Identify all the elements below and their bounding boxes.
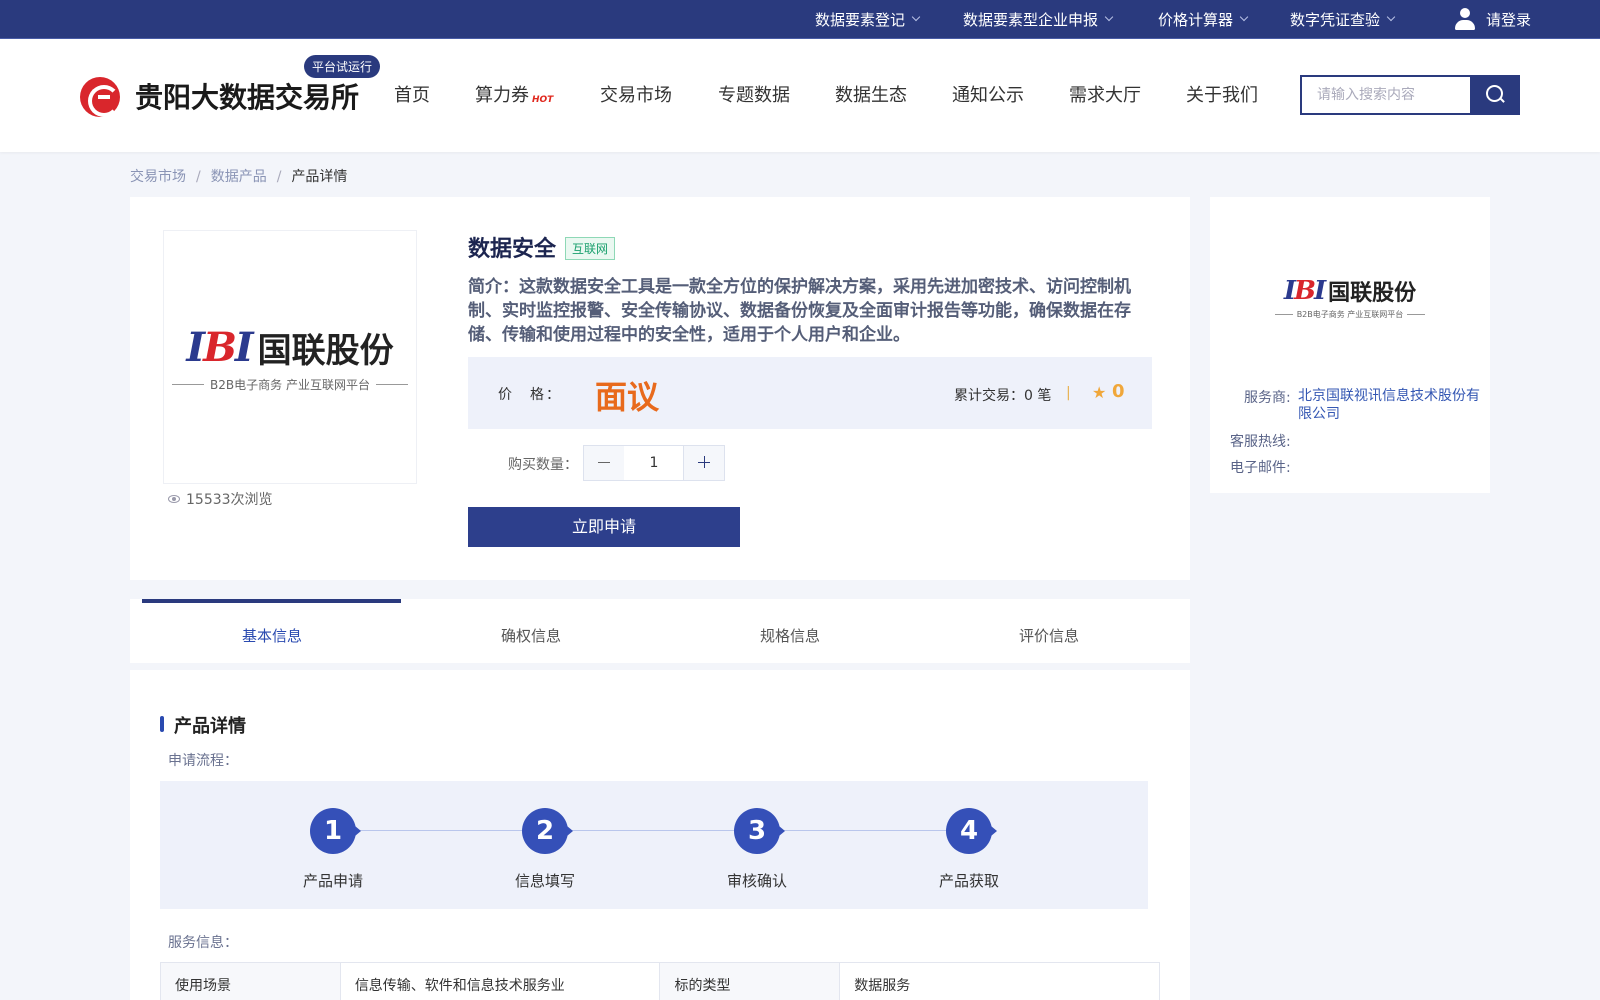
site-name[interactable]: 贵阳大数据交易所 [135, 76, 359, 116]
main-header: 贵阳大数据交易所 平台试运行 首页 算力券 HOT 交易市场 专题数据 数据生态… [0, 39, 1600, 152]
topbar-item-certificate-check[interactable]: 数字凭证查验 [1290, 0, 1396, 38]
nav-demand-hall[interactable]: 需求大厅 [1069, 81, 1141, 107]
step-number: 4 [946, 808, 997, 854]
nav-market[interactable]: 交易市场 [600, 81, 672, 107]
view-count: 15533次浏览 [168, 489, 273, 509]
table-cell: 数据服务 [839, 962, 1160, 1000]
topbar-item-label: 数据要素型企业申报 [963, 10, 1099, 29]
product-tag: 互联网 [565, 237, 616, 260]
step-label: 产品获取 [939, 872, 1000, 890]
user-icon [1454, 7, 1476, 31]
service-provider-link[interactable]: 北京国联视讯信息技术股份有限公司 [1298, 387, 1483, 423]
search-button[interactable] [1470, 75, 1520, 115]
service-info-label: 服务信息： [168, 935, 238, 951]
table-cell: 使用场景 [160, 962, 341, 1000]
table-cell: 标的类型 [659, 962, 841, 1000]
price-box: 价 格： 面议 累计交易：0 笔 | ★ 0 [468, 357, 1152, 429]
rating-value: 0 [1112, 381, 1125, 402]
nav-compute-voucher[interactable]: 算力券 [475, 81, 529, 107]
top-utility-bar: 数据要素登记 数据要素型企业申报 价格计算器 数字凭证查验 请登录 [0, 0, 1600, 39]
step-number: 3 [734, 808, 785, 854]
step-label: 审核确认 [727, 872, 788, 890]
apply-button[interactable]: 立即申请 [468, 507, 740, 547]
breadcrumb-market[interactable]: 交易市场 [130, 169, 186, 185]
search-input[interactable]: 请输入搜索内容 [1300, 75, 1472, 115]
chevron-down-icon [911, 12, 921, 22]
trial-badge: 平台试运行 [304, 55, 381, 78]
star-icon: ★ [1092, 383, 1107, 402]
tab-basic-info[interactable]: 基本信息 [242, 625, 302, 646]
divider: | [1066, 385, 1071, 401]
product-description: 简介：这款数据安全工具是一款全方位的保护解决方案，采用先进加密技术、访问控制机制… [468, 277, 1131, 345]
table-row: 使用场景 信息传输、软件和信息技术服务业 标的类型 数据服务 [160, 962, 1160, 1000]
quantity-increase-button[interactable] [683, 445, 725, 481]
application-flow: 1 产品申请 2 信息填写 3 审核确认 4 产品获取 [160, 781, 1148, 909]
step-label: 产品申请 [303, 872, 364, 890]
chevron-down-icon [1104, 12, 1114, 22]
logo-mark: IBI [1283, 276, 1326, 306]
logo-tagline: B2B电子商务 产业互联网平台 [1296, 310, 1404, 319]
section-title: 产品详情 [174, 716, 246, 737]
topbar-item-price-calculator[interactable]: 价格计算器 [1158, 0, 1249, 38]
quantity-input[interactable]: 1 [624, 445, 684, 481]
product-title: 数据安全 [468, 237, 557, 262]
active-tab-indicator [142, 599, 401, 603]
login-link[interactable]: 请登录 [1454, 0, 1531, 38]
provider-logo: IBI 国联股份 B2B电子商务 产业互联网平台 [167, 323, 413, 393]
breadcrumb: 交易市场 / 数据产品 / 产品详情 [130, 166, 347, 186]
service-info-table: 使用场景 信息传输、软件和信息技术服务业 标的类型 数据服务 [160, 962, 1160, 1000]
site-logo-icon[interactable] [80, 77, 120, 117]
step-number: 2 [522, 808, 573, 854]
nav-home[interactable]: 首页 [394, 81, 430, 107]
trade-count: 累计交易：0 笔 [954, 388, 1052, 404]
nav-about[interactable]: 关于我们 [1186, 81, 1258, 107]
step-number: 1 [310, 808, 361, 854]
product-image: IBI 国联股份 B2B电子商务 产业互联网平台 [163, 230, 417, 484]
chevron-down-icon [1386, 12, 1396, 22]
table-cell: 信息传输、软件和信息技术服务业 [339, 962, 661, 1000]
tab-review-info[interactable]: 评价信息 [1019, 625, 1079, 646]
tab-rights-info[interactable]: 确权信息 [501, 625, 561, 646]
login-label: 请登录 [1486, 10, 1532, 29]
hotline-label: 客服热线: [1230, 434, 1291, 450]
email-label: 电子邮件: [1230, 460, 1291, 476]
logo-mark: IBI [186, 324, 253, 371]
detail-tabs: 基本信息 确权信息 规格信息 评价信息 [130, 599, 1190, 663]
topbar-item-label: 数据要素登记 [815, 10, 906, 29]
section-accent-bar [160, 716, 164, 732]
quantity-decrease-button[interactable] [583, 445, 625, 481]
provider-logo: IBI 国联股份 B2B电子商务 产业互联网平台 [1274, 275, 1426, 320]
chevron-down-icon [1239, 12, 1249, 22]
topbar-item-enterprise-report[interactable]: 数据要素型企业申报 [963, 0, 1114, 38]
logo-tagline: B2B电子商务 产业互联网平台 [210, 378, 370, 392]
price-value: 面议 [595, 378, 660, 416]
topbar-item-label: 价格计算器 [1158, 10, 1234, 29]
price-label: 价 格： [498, 387, 562, 403]
logo-name: 国联股份 [1328, 281, 1417, 306]
topbar-item-data-registration[interactable]: 数据要素登记 [815, 0, 921, 38]
product-card: IBI 国联股份 B2B电子商务 产业互联网平台 15533次浏览 数据安全 互… [130, 197, 1190, 580]
nav-label: 算力券 [475, 85, 529, 106]
service-provider-label: 服务商: [1244, 390, 1291, 406]
view-count-text: 15533次浏览 [186, 492, 273, 508]
breadcrumb-separator: / [276, 169, 282, 185]
nav-topic-data[interactable]: 专题数据 [718, 81, 790, 107]
breadcrumb-current: 产品详情 [291, 169, 348, 185]
logo-name: 国联股份 [257, 331, 394, 371]
tab-spec-info[interactable]: 规格信息 [760, 625, 820, 646]
quantity-label: 购买数量： [508, 457, 578, 473]
product-details: 产品详情 申请流程： 1 产品申请 2 信息填写 3 审核确认 4 产品获取 服… [130, 670, 1190, 1000]
flow-connector [358, 830, 958, 831]
nav-notices[interactable]: 通知公示 [952, 81, 1024, 107]
hot-badge: HOT [532, 95, 554, 105]
nav-ecosystem[interactable]: 数据生态 [835, 81, 907, 107]
breadcrumb-data-products[interactable]: 数据产品 [211, 169, 267, 185]
breadcrumb-separator: / [196, 169, 201, 185]
topbar-item-label: 数字凭证查验 [1290, 10, 1381, 29]
eye-icon [168, 495, 180, 503]
flow-label: 申请流程： [168, 753, 238, 769]
step-label: 信息填写 [515, 872, 576, 890]
